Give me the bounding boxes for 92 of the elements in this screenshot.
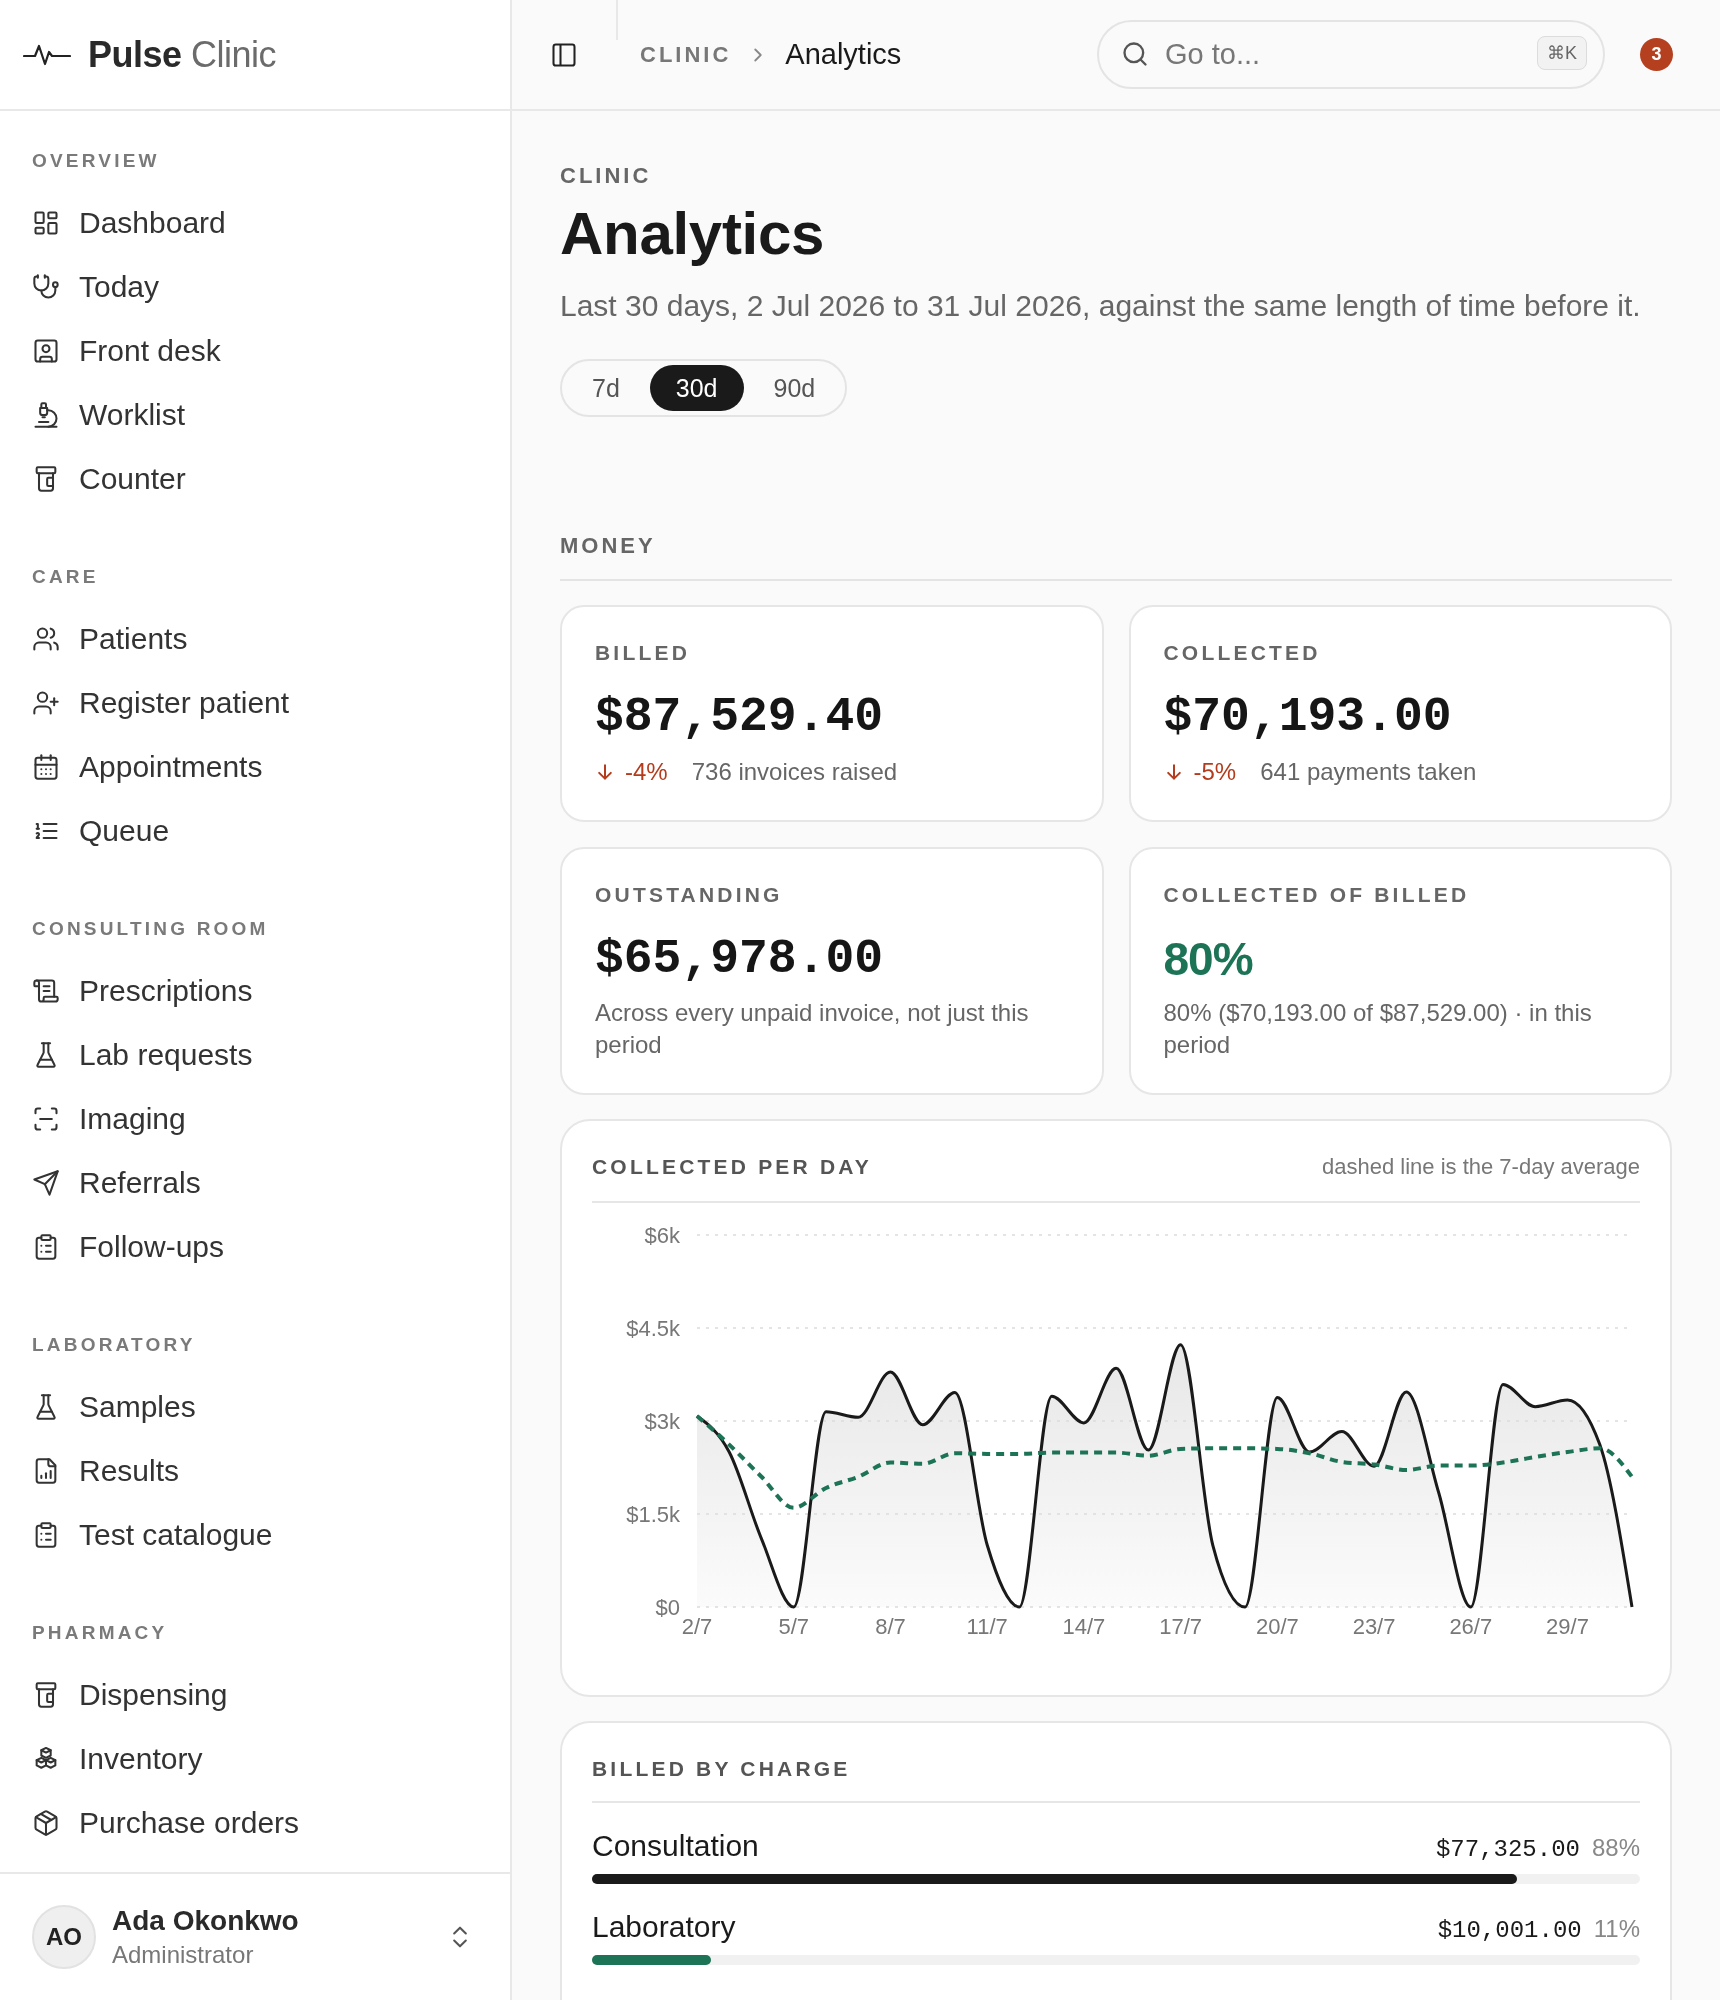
nav-item[interactable]: Worklist xyxy=(16,383,494,447)
user-plus-icon xyxy=(32,689,60,717)
charge-amount: $77,325.00 xyxy=(1435,1836,1580,1863)
charge-name: Consultation xyxy=(592,1828,759,1864)
nav-item[interactable]: Lab requests xyxy=(16,1023,494,1087)
nav-item[interactable]: Register patient xyxy=(16,671,494,735)
nav-item[interactable]: Samples xyxy=(16,1375,494,1439)
nav-section-title: OVERVIEW xyxy=(31,149,161,173)
stat-label: OUTSTANDING xyxy=(595,882,784,908)
charge-amount: $10,001.00 xyxy=(1437,1917,1582,1944)
y-axis-label: $1.5k xyxy=(626,1501,680,1527)
microscope-icon xyxy=(32,401,60,429)
section-title: MONEY xyxy=(560,531,1672,581)
stat-label: COLLECTED OF BILLED xyxy=(1163,882,1471,908)
paper-plane-icon xyxy=(32,1169,60,1197)
y-axis-label: $0 xyxy=(655,1594,680,1620)
scan-frame-icon xyxy=(32,1105,60,1133)
grid-icon xyxy=(32,209,60,237)
chart-note: dashed line is the 7-day average xyxy=(1322,1154,1640,1180)
notification-badge[interactable]: 3 xyxy=(1640,38,1673,71)
x-axis-label: 26/7 xyxy=(1449,1613,1493,1639)
x-axis-label: 20/7 xyxy=(1255,1613,1299,1639)
x-axis-label: 11/7 xyxy=(966,1613,1008,1639)
stat-value: 80% xyxy=(1163,932,1254,987)
nav-item[interactable]: Front desk xyxy=(16,319,494,383)
nav-item[interactable]: Purchase orders xyxy=(16,1791,494,1855)
nav-item[interactable]: Patients xyxy=(16,607,494,671)
page-eyebrow: CLINIC xyxy=(560,162,653,190)
y-axis-label: $4.5k xyxy=(626,1315,680,1341)
charge-name: Laboratory xyxy=(592,1909,736,1945)
range-tab[interactable]: 90d xyxy=(747,365,842,411)
page-title: Analytics xyxy=(560,199,826,269)
nav-section-title: CONSULTING ROOM xyxy=(31,917,270,941)
user-name: Ada Okonkwo xyxy=(112,1904,299,1938)
x-axis-label: 14/7 xyxy=(1062,1613,1106,1639)
stat-note: 80% ($70,193.00 of $87,529.00) · in this period xyxy=(1163,998,1593,1060)
users-icon xyxy=(32,625,60,653)
stat-value: $65,978.00 xyxy=(595,931,885,987)
nav-item[interactable]: Imaging xyxy=(16,1087,494,1151)
x-axis-label: 8/7 xyxy=(875,1613,906,1639)
change-value: -5% xyxy=(1193,757,1237,787)
search-icon xyxy=(1121,40,1149,68)
stat-label: COLLECTED xyxy=(1163,640,1322,666)
x-axis-label: 5/7 xyxy=(778,1613,809,1639)
user-avatar: AO xyxy=(32,1905,96,1969)
stethoscope-icon xyxy=(32,273,60,301)
nav-item[interactable]: Today xyxy=(16,255,494,319)
x-axis-label: 23/7 xyxy=(1352,1613,1396,1639)
nav-item[interactable]: Inventory xyxy=(16,1727,494,1791)
package-icon xyxy=(32,1809,60,1837)
range-tab[interactable]: 30d xyxy=(649,365,744,411)
stat-value: $87,529.40 xyxy=(595,689,885,745)
nav-item[interactable]: Dashboard xyxy=(16,191,494,255)
nav-item[interactable]: Appointments xyxy=(16,735,494,799)
breadcrumb-current: Analytics xyxy=(785,38,902,71)
range-tab[interactable]: 7d xyxy=(566,365,646,411)
charge-share: 11% xyxy=(1593,1915,1640,1943)
nav-item[interactable]: Test catalogue xyxy=(16,1503,494,1567)
stat-note: 736 invoices raised xyxy=(691,757,898,787)
heartbeat-line-icon xyxy=(23,42,71,67)
nav-item[interactable]: Referrals xyxy=(16,1151,494,1215)
stat-note: 641 payments taken xyxy=(1260,757,1477,787)
nav-item[interactable]: Results xyxy=(16,1439,494,1503)
stat-note: Across every unpaid invoice, not just this period xyxy=(595,998,1030,1060)
shortcut-key: ⌘K xyxy=(1537,36,1587,70)
page-subtitle: Last 30 days, 2 Jul 2026 to 31 Jul 2026, against the same length of time before it. xyxy=(560,288,1642,324)
nav-item[interactable]: Prescriptions xyxy=(16,959,494,1023)
nav-item[interactable]: Dispensing xyxy=(16,1663,494,1727)
x-axis-label: 17/7 xyxy=(1159,1613,1203,1639)
nav-item[interactable]: Follow-ups xyxy=(16,1215,494,1279)
stat-label: BILLED xyxy=(595,640,692,666)
brand-name: Pulse Clinic xyxy=(88,32,277,77)
breadcrumb-link[interactable]: CLINIC xyxy=(640,41,732,68)
nav-item[interactable]: Counter xyxy=(16,447,494,511)
nav-item[interactable]: Queue xyxy=(16,799,494,863)
contact-card-icon xyxy=(32,337,60,365)
user-role: Administrator xyxy=(112,1940,255,1970)
nav-section-title: PHARMACY xyxy=(31,1621,169,1645)
stat-value: $70,193.00 xyxy=(1163,689,1453,745)
y-axis-label: $6k xyxy=(644,1222,680,1248)
panel-left-icon xyxy=(550,40,578,69)
scroll-icon xyxy=(32,977,60,1005)
y-axis-label: $3k xyxy=(644,1408,680,1434)
x-axis-label: 29/7 xyxy=(1546,1613,1589,1639)
charge-share: 88% xyxy=(1591,1834,1640,1862)
nav-section-title: LABORATORY xyxy=(31,1333,197,1357)
chart-title: COLLECTED PER DAY xyxy=(592,1154,872,1180)
breakdown-title: BILLED BY CHARGE xyxy=(592,1756,851,1782)
x-axis-label: 2/7 xyxy=(681,1613,713,1639)
nav-section-title: CARE xyxy=(31,565,100,589)
calendar-icon xyxy=(32,753,60,781)
change-value: -4% xyxy=(625,757,668,787)
